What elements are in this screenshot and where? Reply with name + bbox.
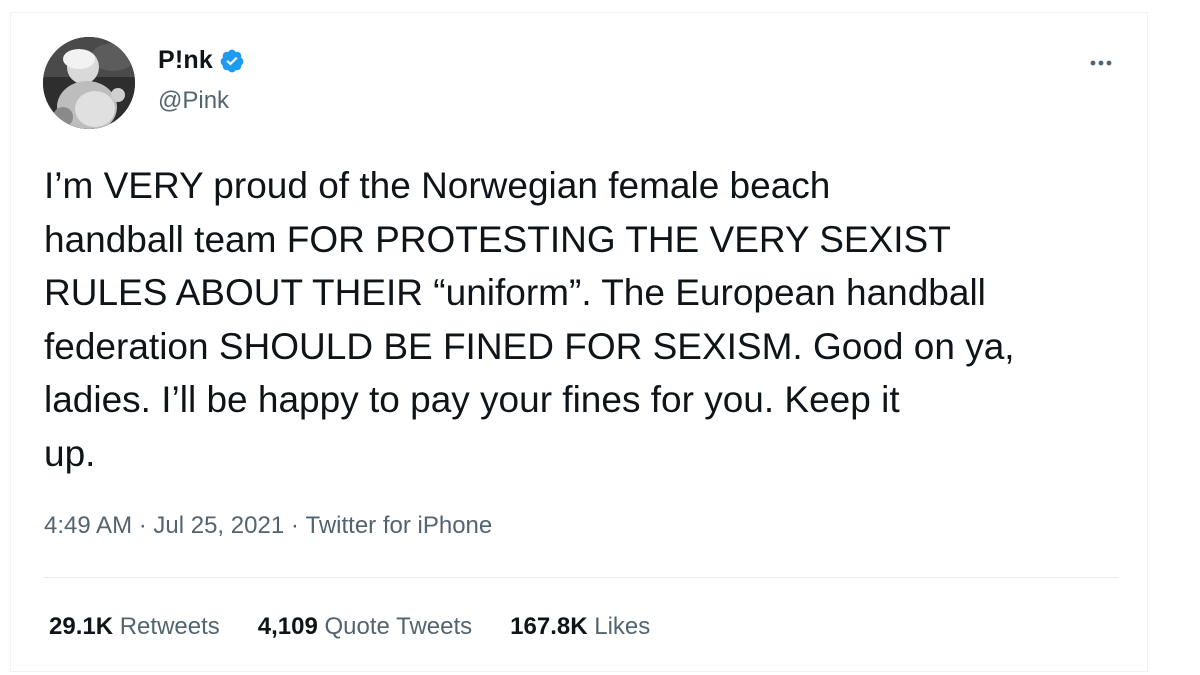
likes-stat[interactable]: 167.8K Likes [510,613,650,641]
retweets-label: Retweets [119,613,220,640]
author-display-name[interactable]: P!nk [158,46,213,75]
tweet-source[interactable]: Twitter for iPhone [306,512,493,540]
author-handle[interactable]: @Pink [158,87,229,115]
tweet-card: P!nk @Pink I’m VERY proud of the Norwegi… [10,12,1148,672]
tweet-stats: 29.1K Retweets 4,109 Quote Tweets 167.8K… [49,613,688,641]
meta-separator: · [132,512,154,539]
avatar[interactable] [43,37,135,129]
tweet-meta: 4:49 AM · Jul 25, 2021 · Twitter for iPh… [44,512,492,540]
verified-badge-icon [219,48,245,74]
quote-tweets-count: 4,109 [257,613,318,640]
more-options-icon[interactable] [1083,51,1119,75]
tweet-time[interactable]: 4:49 AM [44,512,132,540]
retweets-count: 29.1K [49,613,114,640]
tweet-date[interactable]: Jul 25, 2021 [153,512,284,540]
tweet-text: I’m VERY proud of the Norwegian female b… [44,165,1015,474]
profile-photo-icon [43,37,135,129]
retweets-stat[interactable]: 29.1K Retweets [49,613,220,641]
likes-count: 167.8K [510,613,588,640]
author-name-row[interactable]: P!nk [158,46,245,75]
meta-separator: · [284,512,306,539]
likes-label: Likes [594,613,651,640]
quote-tweets-label: Quote Tweets [324,613,473,640]
quote-tweets-stat[interactable]: 4,109 Quote Tweets [258,613,472,641]
divider [44,577,1119,578]
